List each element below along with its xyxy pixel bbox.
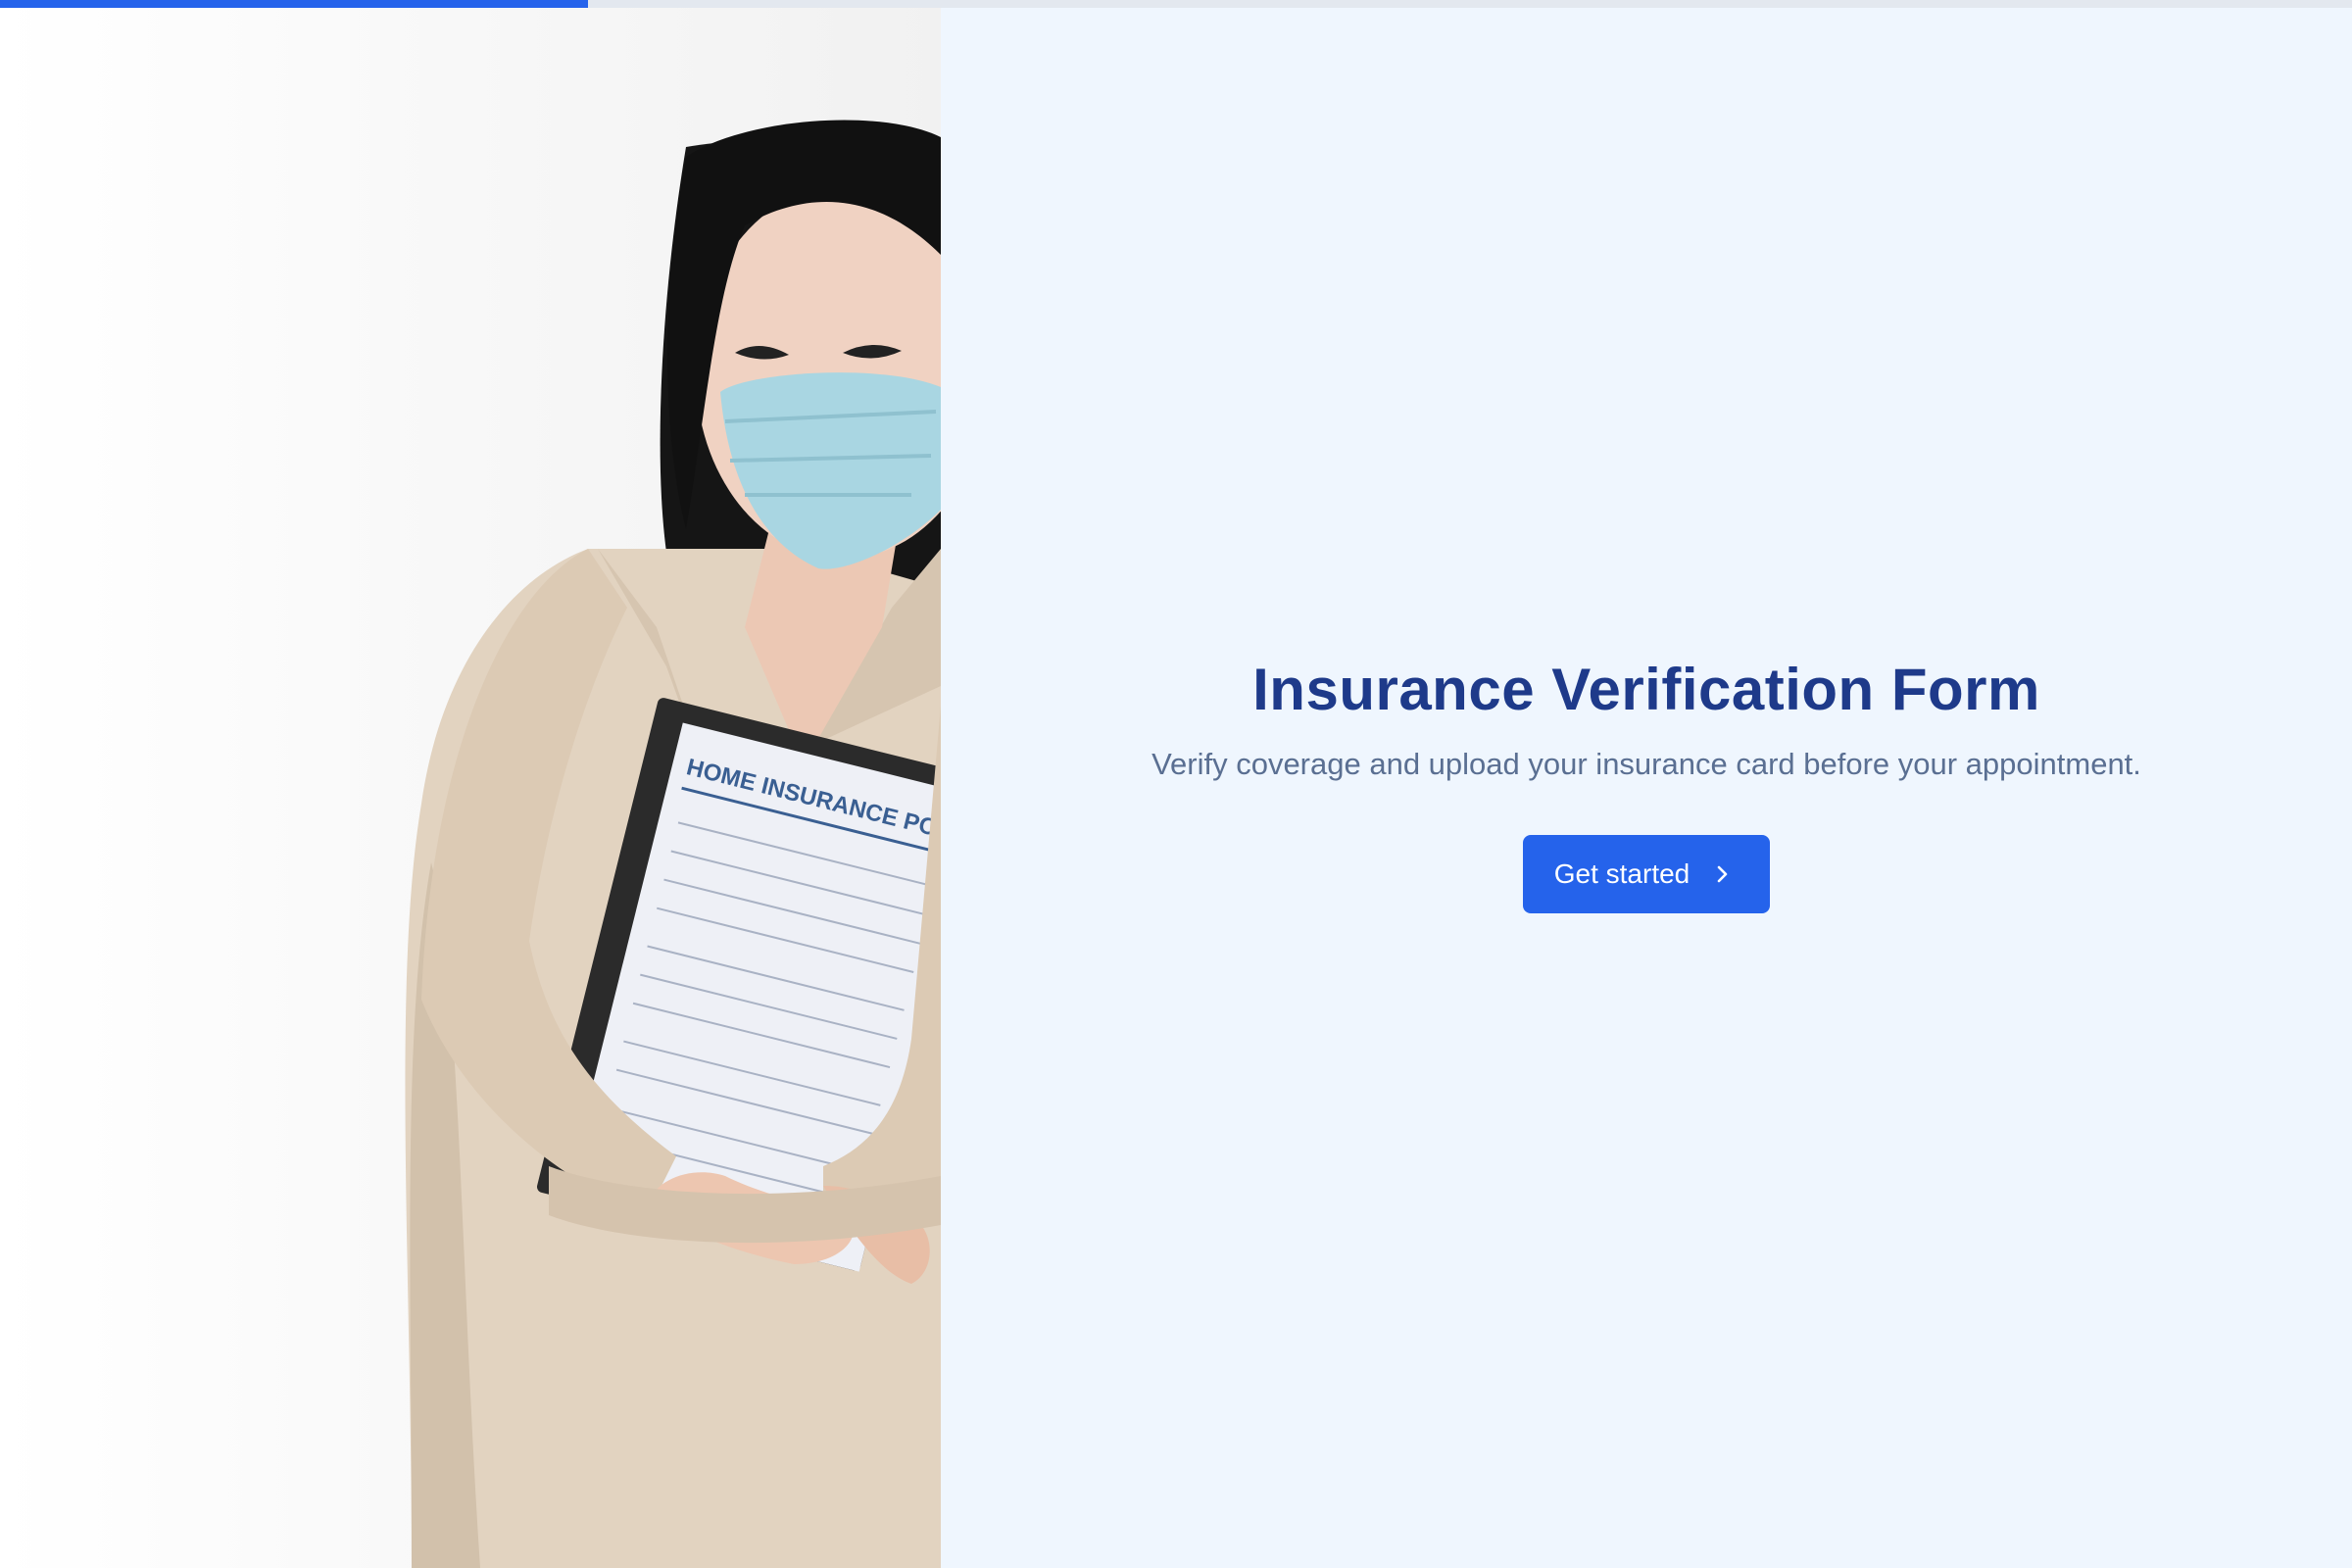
- chevron-right-icon: [1717, 865, 1728, 883]
- progress-bar: [0, 0, 2352, 8]
- progress-bar-fill: [0, 0, 588, 8]
- page-title: Insurance Verification Form: [1252, 657, 2040, 722]
- get-started-button[interactable]: Get started: [1522, 835, 1771, 913]
- get-started-label: Get started: [1553, 858, 1690, 889]
- hero-illustration: HOME INSURANCE POLICY: [405, 120, 941, 1568]
- main-panel: Insurance Verification Form Verify cover…: [941, 0, 2352, 1568]
- hero-text-block: Insurance Verification Form Verify cover…: [941, 655, 2352, 913]
- hero-image: HOME INSURANCE POLICY: [0, 0, 941, 1568]
- page-subtitle: Verify coverage and upload your insuranc…: [1152, 747, 2141, 781]
